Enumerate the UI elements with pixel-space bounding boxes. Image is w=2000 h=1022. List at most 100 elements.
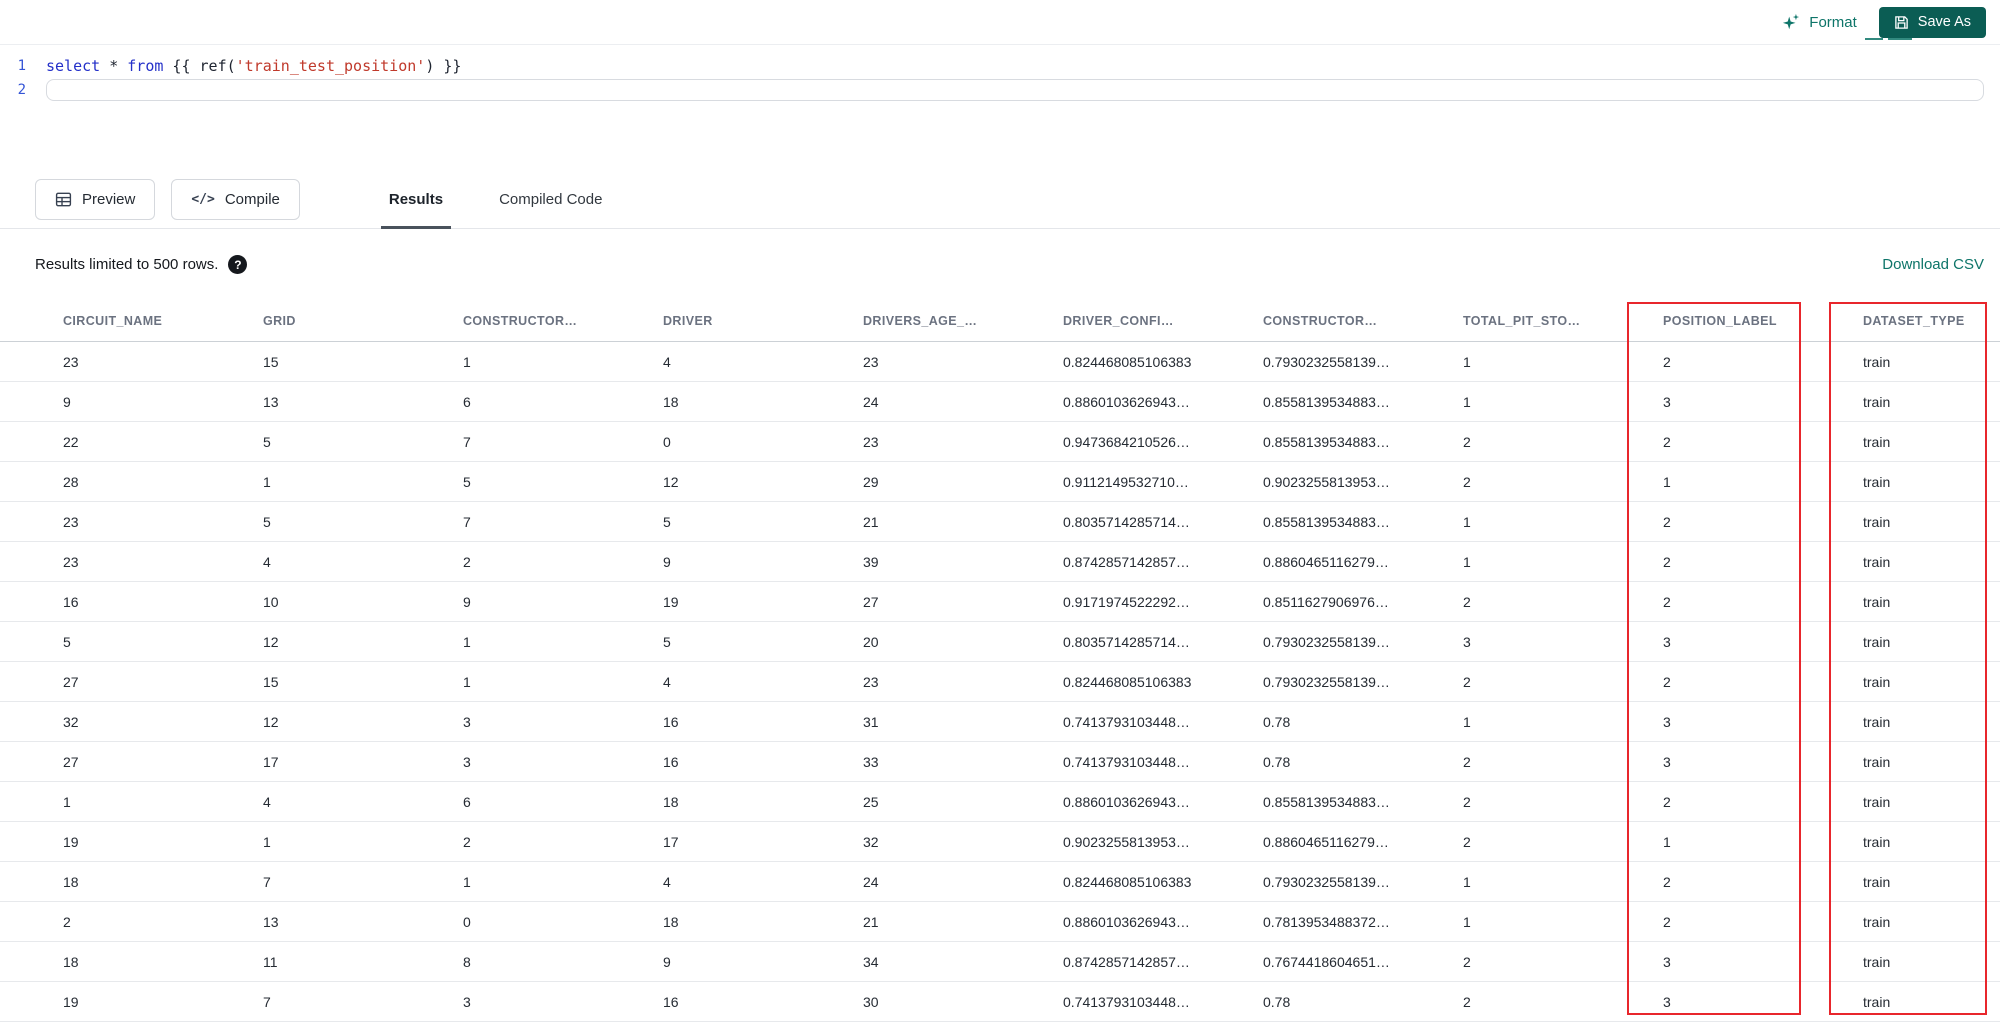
column-header[interactable]: CIRCUIT_NAME — [50, 314, 250, 328]
table-cell: 0.7413793103448… — [1063, 753, 1190, 770]
line-number: 1 — [17, 58, 26, 74]
table-cell: 2 — [1463, 753, 1471, 770]
table-cell: 0.78 — [1263, 993, 1291, 1010]
code-token: ) }} — [425, 57, 462, 75]
table-cell: 3 — [1663, 953, 1671, 970]
table-row: 22 5 7 0 23 0.9473684210526… 0.8558139534883… 2… — [0, 422, 2000, 462]
tabs: Results Compiled Code — [361, 170, 631, 229]
table-cell: 3 — [463, 753, 471, 770]
table-row: 18 7 1 4 24 0.824468085106383 0.7930232558139…… — [0, 862, 2000, 902]
code-editor[interactable]: 1 select * from {{ ref('train_test_positi… — [0, 46, 2000, 170]
table-cell: 0.7413793103448… — [1063, 993, 1190, 1010]
table-cell: train — [1863, 953, 1891, 970]
code-content[interactable] — [46, 79, 1984, 101]
column-header[interactable]: DATASET_TYPE — [1850, 314, 2000, 328]
table-row: 16 10 9 19 27 0.9171974522292… 0.8511627906976… — [0, 582, 2000, 622]
table-cell: train — [1863, 433, 1891, 450]
table-row: 27 15 1 4 23 0.824468085106383 0.7930232558139… — [0, 662, 2000, 702]
table-cell: 4 — [263, 553, 271, 570]
table-cell: 5 — [263, 513, 271, 530]
preview-button[interactable]: Preview — [35, 178, 156, 220]
table-cell: 2 — [463, 833, 471, 850]
table-cell: 0.8558139534883… — [1263, 793, 1390, 810]
table-cell: train — [1863, 633, 1891, 650]
column-header[interactable]: TOTAL_PIT_STO… — [1450, 314, 1650, 328]
table-cell: 18 — [663, 913, 679, 930]
code-token: select — [46, 57, 101, 75]
table-cell: 0.8035714285714… — [1063, 633, 1190, 650]
table-cell: 0.78 — [1263, 713, 1291, 730]
table-cell: 0.7674418604651… — [1263, 953, 1390, 970]
column-header[interactable]: GRID — [250, 314, 450, 328]
download-csv-link[interactable]: Download CSV — [1882, 256, 1984, 273]
compile-label: Compile — [224, 190, 280, 208]
table-cell: 1 — [1463, 553, 1471, 570]
table-cell: 2 — [1663, 873, 1671, 890]
column-header[interactable]: DRIVER_CONFI… — [1050, 314, 1250, 328]
table-cell: 17 — [663, 833, 679, 850]
table-cell: 0.8742857142857… — [1063, 953, 1190, 970]
tab-results[interactable]: Results — [361, 170, 471, 229]
table-cell: 2 — [1463, 473, 1471, 490]
compile-button[interactable]: </> Compile — [171, 178, 300, 220]
table-cell: 27 — [863, 593, 879, 610]
table-cell: 2 — [1663, 913, 1671, 930]
table-cell: 8 — [463, 953, 471, 970]
table-cell: 21 — [863, 913, 879, 930]
table-cell: 0.8511627906976… — [1263, 593, 1389, 610]
column-header[interactable]: CONSTRUCTOR… — [450, 314, 650, 328]
tab-compiled-code[interactable]: Compiled Code — [471, 170, 630, 228]
column-header[interactable]: CONSTRUCTOR… — [1250, 314, 1450, 328]
action-bar: Preview </> Compile Results Compiled Code — [0, 170, 2000, 229]
table-cell: 2 — [1663, 553, 1671, 570]
table-cell: 1 — [1463, 713, 1471, 730]
help-icon[interactable]: ? — [228, 255, 248, 274]
table-cell: 1 — [1463, 393, 1471, 410]
table-cell: 2 — [1463, 833, 1471, 850]
save-as-label: Save As — [1917, 14, 1971, 30]
table-cell: 2 — [1663, 433, 1671, 450]
table-cell: 6 — [463, 393, 471, 410]
code-line[interactable]: 2 — [0, 78, 2000, 102]
table-cell: 30 — [863, 993, 879, 1010]
table-cell: 0.824468085106383 — [1063, 873, 1192, 890]
column-header[interactable]: DRIVERS_AGE_… — [850, 314, 1050, 328]
table-cell: 23 — [863, 353, 879, 370]
table-cell: 2 — [1463, 993, 1471, 1010]
code-content[interactable]: select * from {{ ref('train_test_positio… — [46, 57, 1984, 75]
table-cell: 0.8742857142857… — [1063, 553, 1190, 570]
table-cell: 0.8860103626943… — [1063, 793, 1190, 810]
table-cell: 12 — [263, 713, 279, 730]
table-cell: 13 — [263, 393, 279, 410]
table-cell: 19 — [663, 593, 679, 610]
table-cell: 23 — [63, 553, 79, 570]
format-button[interactable]: Format — [1782, 13, 1857, 31]
table-cell: 12 — [663, 473, 679, 490]
table-cell: 15 — [263, 673, 279, 690]
table-cell: 11 — [263, 953, 278, 970]
table-row: 5 12 1 5 20 0.8035714285714… 0.7930232558139… 3… — [0, 622, 2000, 662]
table-cell: 18 — [663, 793, 679, 810]
table-cell: 33 — [863, 753, 879, 770]
table-cell: 2 — [463, 553, 471, 570]
line-number: 2 — [17, 82, 26, 98]
table-body: 23 15 1 4 23 0.824468085106383 0.7930232558139… — [0, 342, 2000, 1022]
column-header[interactable]: POSITION_LABEL — [1650, 314, 1850, 328]
table-cell: train — [1863, 993, 1891, 1010]
table-cell: 18 — [663, 393, 679, 410]
table-cell: 0.9473684210526… — [1063, 433, 1190, 450]
table-cell: 0.7930232558139… — [1263, 633, 1390, 650]
code-icon: </> — [191, 191, 215, 207]
table-row: 2 13 0 18 21 0.8860103626943… 0.7813953488372…… — [0, 902, 2000, 942]
table-cell: 19 — [63, 833, 79, 850]
table-cell: 16 — [663, 993, 679, 1010]
table-cell: 2 — [1463, 433, 1471, 450]
results-limit-wrap: Results limited to 500 rows. ? — [35, 255, 248, 274]
table-cell: train — [1863, 793, 1891, 810]
code-line[interactable]: 1 select * from {{ ref('train_test_positi… — [0, 54, 2000, 78]
column-header[interactable]: DRIVER — [650, 314, 850, 328]
results-table: CIRCUIT_NAME GRID CONSTRUCTOR… DRIVER DRIVER… — [0, 300, 2000, 1022]
table-cell: 2 — [1663, 593, 1671, 610]
save-as-button[interactable]: Save As — [1878, 6, 1986, 38]
table-cell: train — [1863, 513, 1891, 530]
